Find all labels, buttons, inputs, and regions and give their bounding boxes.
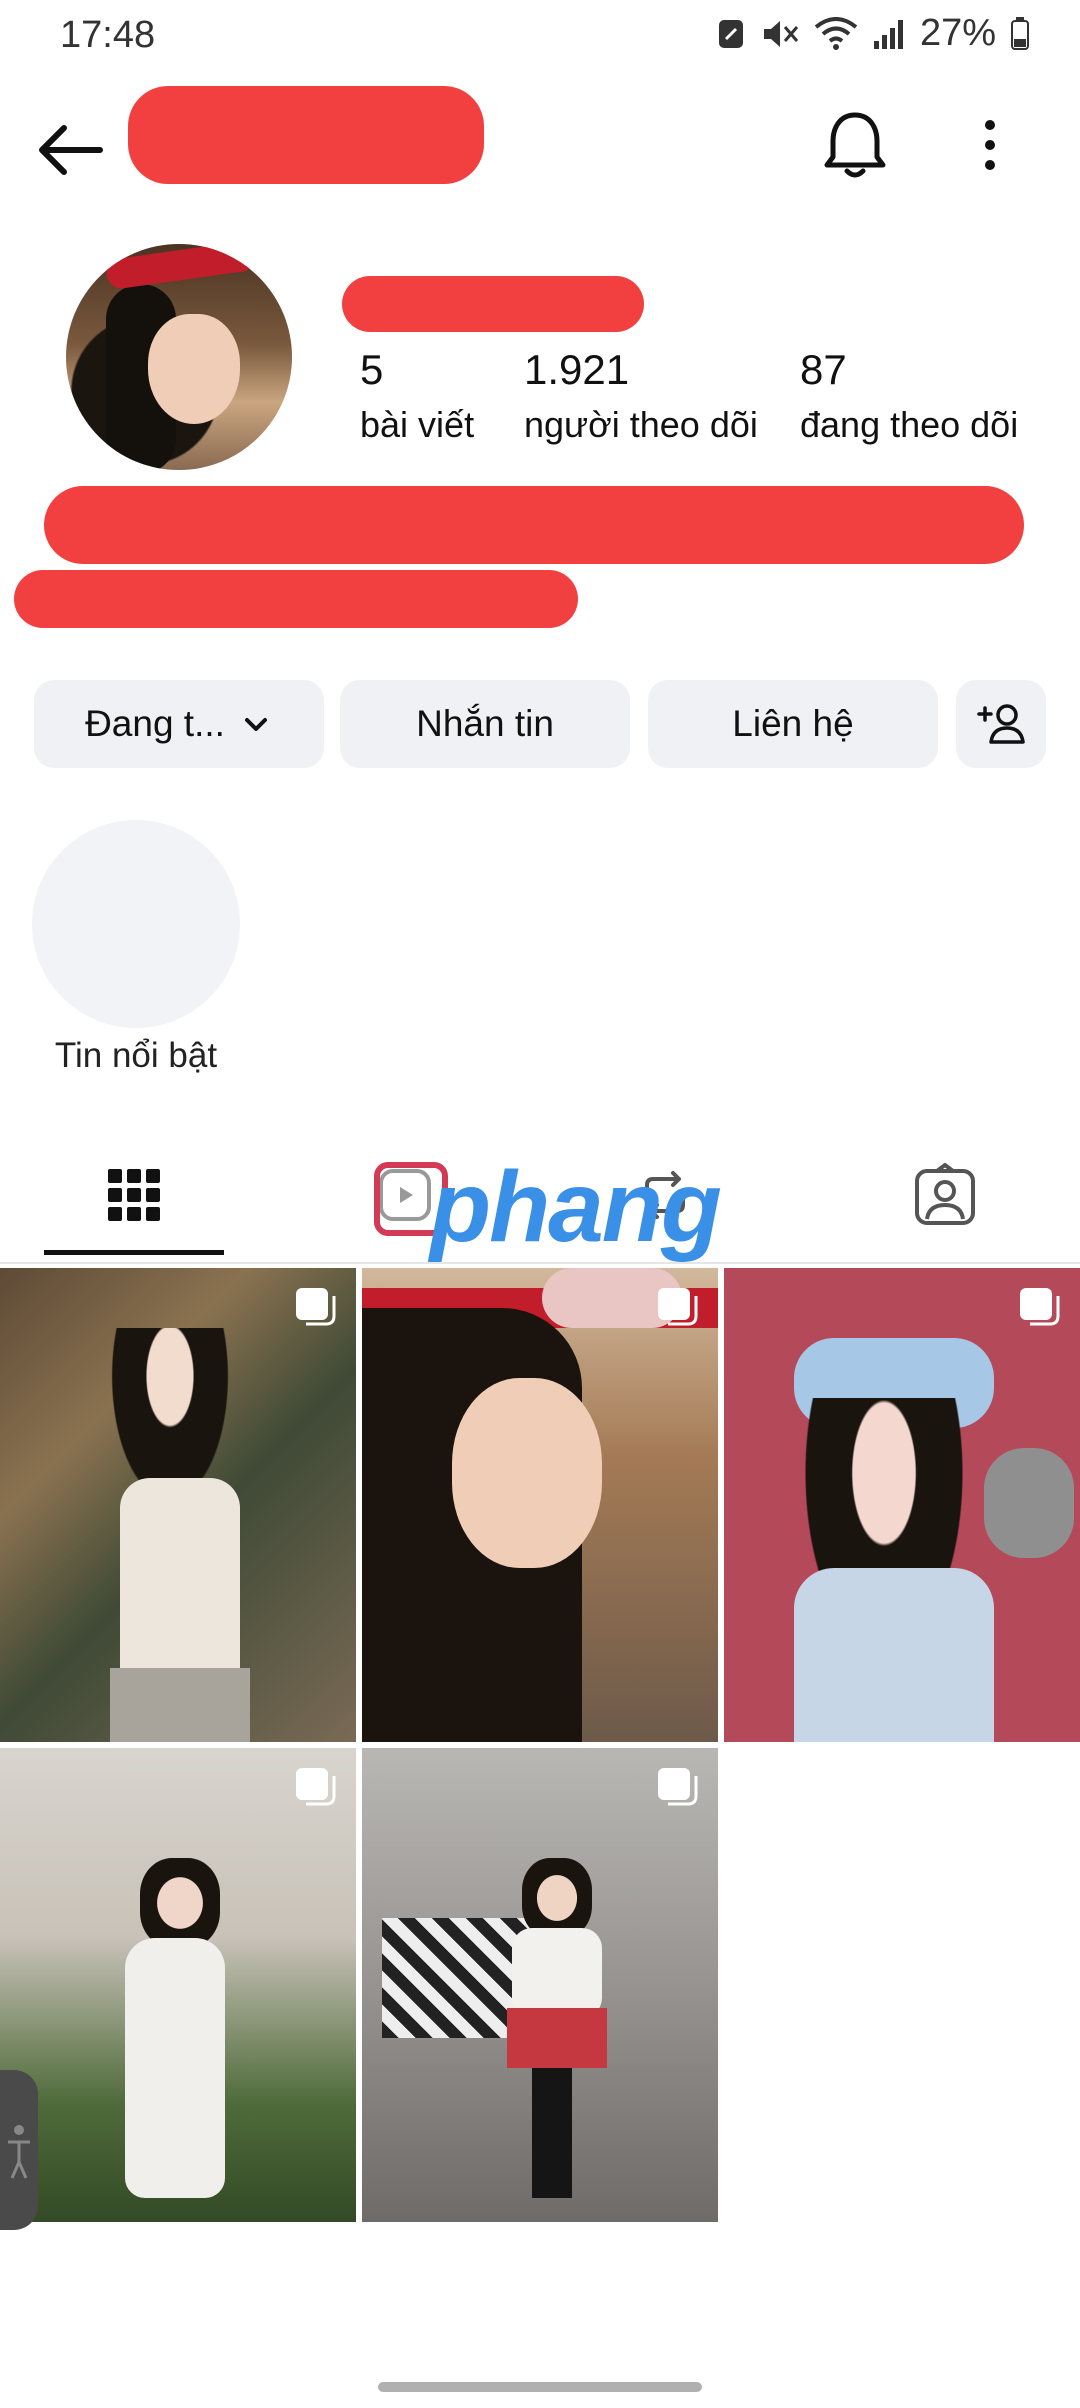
contact-button[interactable]: Liên hệ	[648, 680, 938, 768]
bell-icon[interactable]	[815, 105, 895, 185]
battery-icon	[1011, 16, 1029, 50]
accessibility-handle[interactable]	[0, 2070, 38, 2230]
active-tab-indicator	[44, 1250, 224, 1255]
wifi-icon	[814, 16, 858, 50]
status-time: 17:48	[60, 14, 156, 56]
avatar[interactable]	[66, 244, 292, 470]
data-saver-icon	[718, 19, 743, 48]
add-person-icon	[977, 704, 1025, 744]
carousel-icon	[296, 1768, 336, 1806]
post-thumbnail[interactable]	[0, 1268, 356, 1742]
contact-label: Liên hệ	[732, 703, 854, 744]
more-vertical-icon[interactable]	[960, 105, 1020, 185]
stat-following-value: 87	[800, 346, 847, 393]
stat-posts-label: bài viết	[360, 404, 475, 445]
redacted-username	[128, 86, 484, 184]
watermark: phang	[430, 1151, 722, 1263]
status-icons: 27%	[716, 12, 1030, 55]
carousel-icon	[658, 1288, 698, 1326]
post-thumbnail[interactable]	[362, 1748, 718, 2222]
following-button[interactable]: Đang t...	[34, 680, 324, 768]
stat-following-label: đang theo dõi	[800, 404, 1019, 445]
tab-grid[interactable]	[44, 1150, 224, 1240]
stat-followers-value: 1.921	[524, 346, 630, 393]
signal-icon	[873, 19, 903, 49]
mute-icon	[763, 20, 799, 47]
stat-followers[interactable]: 1.921 người theo dõi	[524, 346, 758, 446]
message-label: Nhắn tin	[416, 703, 554, 744]
grid-icon	[108, 1169, 160, 1221]
following-label: Đang t...	[85, 703, 225, 744]
battery-percent: 27%	[919, 12, 996, 54]
highlight-label: Tin nổi bật	[54, 1036, 218, 1075]
redacted-bio-line-2	[14, 570, 578, 628]
tab-tagged[interactable]	[895, 1150, 995, 1240]
arrow-left-icon[interactable]	[30, 110, 110, 190]
message-button[interactable]: Nhắn tin	[340, 680, 630, 768]
carousel-icon	[658, 1768, 698, 1806]
carousel-icon	[296, 1288, 336, 1326]
post-thumbnail[interactable]	[362, 1268, 718, 1742]
home-indicator[interactable]	[378, 2382, 702, 2392]
stat-posts-value: 5	[360, 346, 384, 393]
add-person-button[interactable]	[956, 680, 1046, 768]
chevron-down-icon	[244, 718, 267, 731]
stat-following[interactable]: 87 đang theo dõi	[800, 346, 1018, 446]
accessibility-icon	[8, 2125, 30, 2179]
redacted-display-name	[342, 276, 644, 332]
stat-followers-label: người theo dõi	[524, 404, 758, 445]
highlight-new[interactable]	[32, 820, 240, 1028]
post-thumbnail[interactable]	[0, 1748, 356, 2222]
redacted-bio-line-1	[44, 486, 1024, 564]
post-thumbnail[interactable]	[724, 1268, 1080, 1742]
stat-posts[interactable]: 5 bài viết	[360, 346, 474, 446]
tagged-icon	[915, 1163, 975, 1225]
carousel-icon	[1020, 1288, 1060, 1326]
